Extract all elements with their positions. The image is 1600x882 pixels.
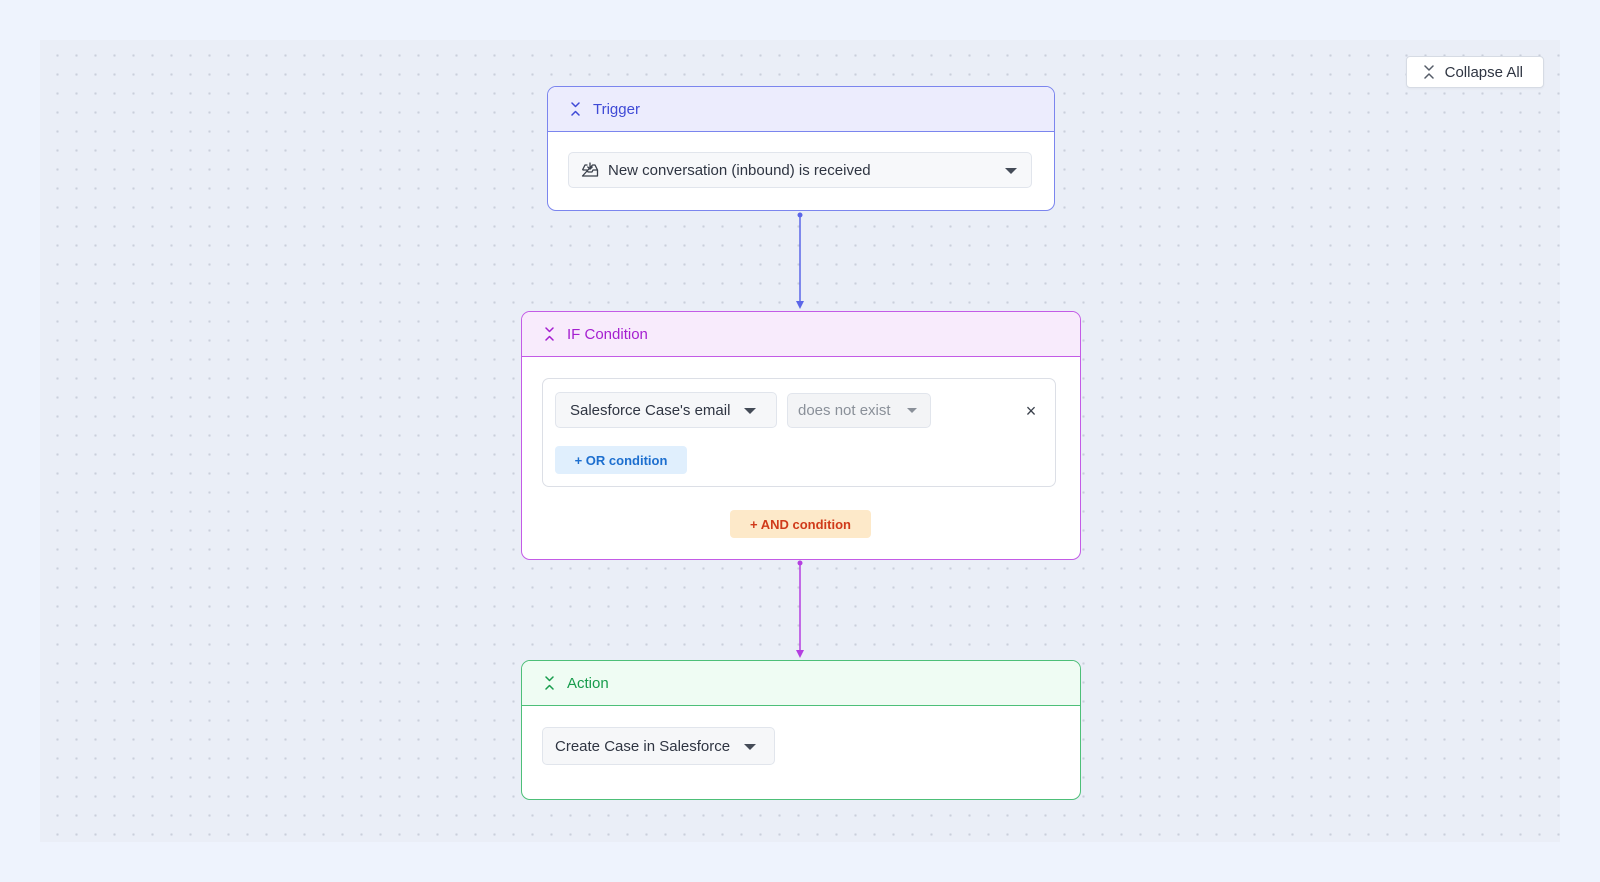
trigger-event-value: New conversation (inbound) is received xyxy=(608,161,871,179)
condition-operator-select[interactable]: does not exist xyxy=(787,393,931,428)
if-condition-card: IF Condition Salesforce Case's email doe… xyxy=(521,311,1081,560)
inbox-download-icon xyxy=(581,162,599,178)
trigger-card: Trigger New conversation (inbound) is re… xyxy=(547,86,1055,211)
condition-to-action-connector xyxy=(796,560,804,658)
action-header[interactable]: Action xyxy=(522,661,1080,706)
collapse-icon[interactable] xyxy=(544,327,555,341)
or-condition-group: Salesforce Case's email does not exist ×… xyxy=(542,378,1056,487)
chevron-down-icon xyxy=(744,744,756,750)
chevron-down-icon xyxy=(907,408,917,413)
collapse-icon[interactable] xyxy=(570,102,581,116)
chevron-down-icon xyxy=(744,408,756,414)
collapse-icon[interactable] xyxy=(544,676,555,690)
condition-operator-value: does not exist xyxy=(798,402,891,419)
add-or-condition-button[interactable]: + OR condition xyxy=(555,446,687,474)
condition-field-select[interactable]: Salesforce Case's email xyxy=(555,392,777,428)
trigger-event-select[interactable]: New conversation (inbound) is received xyxy=(568,152,1032,188)
trigger-title: Trigger xyxy=(593,100,640,118)
action-type-value: Create Case in Salesforce xyxy=(555,737,731,755)
chevron-down-icon xyxy=(1005,168,1017,174)
close-icon: × xyxy=(1025,401,1037,421)
if-condition-title: IF Condition xyxy=(567,325,648,343)
remove-condition-button[interactable]: × xyxy=(1021,401,1041,421)
add-and-condition-button[interactable]: + AND condition xyxy=(730,510,871,538)
condition-field-value: Salesforce Case's email xyxy=(570,401,731,419)
action-title: Action xyxy=(567,674,609,692)
if-condition-header[interactable]: IF Condition xyxy=(522,312,1080,357)
trigger-header[interactable]: Trigger xyxy=(548,87,1054,132)
action-card: Action Create Case in Salesforce xyxy=(521,660,1081,800)
trigger-to-condition-connector xyxy=(796,212,804,309)
action-type-select[interactable]: Create Case in Salesforce xyxy=(542,727,775,765)
